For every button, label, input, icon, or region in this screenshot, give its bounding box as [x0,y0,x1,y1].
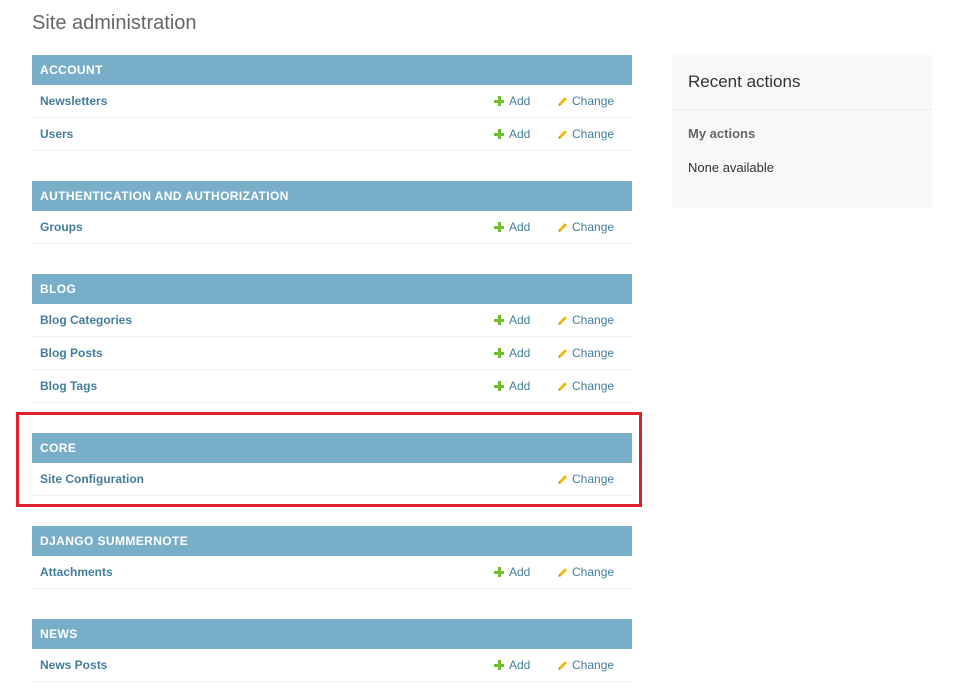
page-title: Site administration [32,12,197,34]
plus-icon [494,222,504,232]
model-link[interactable]: Groups [32,220,632,234]
model-row: Site Configuration Change [32,463,632,496]
module-caption[interactable]: DJANGO SUMMERNOTE [32,526,632,556]
model-link[interactable]: Blog Posts [32,346,632,360]
module-django-summernote: DJANGO SUMMERNOTE Attachments Add Change [32,526,632,589]
module-caption[interactable]: BLOG [32,274,632,304]
recent-actions-panel: Recent actions My actions None available [672,55,932,208]
plus-icon [494,348,504,358]
add-label: Add [509,658,531,672]
plus-icon [494,96,504,106]
plus-icon [494,660,504,670]
plus-icon [494,381,504,391]
model-link[interactable]: Blog Tags [32,379,632,393]
pencil-icon [558,315,567,325]
change-link[interactable]: Change [557,658,614,672]
pencil-icon [558,567,567,577]
model-link[interactable]: Newsletters [32,94,632,108]
add-label: Add [509,220,531,234]
model-row: Blog Posts Add Change [32,337,632,370]
add-label: Add [509,346,531,360]
change-link[interactable]: Change [557,472,614,486]
module-account: ACCOUNT Newsletters Add Change Users Add Chang… [32,55,632,151]
admin-page: Site administration ACCOUNT Newsletters Ad… [0,0,959,693]
add-link[interactable]: Add [494,313,530,327]
module-news: NEWS News Posts Add Change [32,619,632,682]
pencil-icon [558,660,567,670]
my-actions-heading: My actions [688,126,756,141]
none-available-text: None available [688,160,775,175]
model-row: Attachments Add Change [32,556,632,589]
pencil-icon [558,129,567,139]
change-link[interactable]: Change [557,346,614,360]
change-label: Change [572,220,615,234]
change-label: Change [572,658,615,672]
change-label: Change [572,346,615,360]
add-label: Add [509,94,531,108]
model-row: Users Add Change [32,118,632,151]
model-row: Blog Categories Add Change [32,304,632,337]
model-row: Newsletters Add Change [32,85,632,118]
add-label: Add [509,313,531,327]
add-link[interactable]: Add [494,220,530,234]
plus-icon [494,567,504,577]
change-link[interactable]: Change [557,127,614,141]
change-label: Change [572,94,615,108]
add-link[interactable]: Add [494,379,530,393]
add-link[interactable]: Add [494,94,530,108]
module-caption[interactable]: ACCOUNT [32,55,632,85]
change-link[interactable]: Change [557,379,614,393]
recent-actions-title: Recent actions [672,55,932,110]
change-label: Change [572,127,615,141]
add-label: Add [509,565,531,579]
change-label: Change [572,472,615,486]
add-link[interactable]: Add [494,127,530,141]
model-link[interactable]: Users [32,127,632,141]
module-caption[interactable]: NEWS [32,619,632,649]
change-link[interactable]: Change [557,94,614,108]
pencil-icon [558,348,567,358]
model-link[interactable]: News Posts [32,658,632,672]
module-authentication-and-authorization: AUTHENTICATION AND AUTHORIZATION Groups Ad… [32,181,632,244]
module-caption[interactable]: CORE [32,433,632,463]
pencil-icon [558,96,567,106]
module-blog: BLOG Blog Categories Add Change Blog Posts Ad… [32,274,632,403]
model-row: Groups Add Change [32,211,632,244]
model-row: Blog Tags Add Change [32,370,632,403]
model-link[interactable]: Blog Categories [32,313,632,327]
change-label: Change [572,379,615,393]
model-link[interactable]: Site Configuration [32,472,632,486]
pencil-icon [558,474,567,484]
plus-icon [494,315,504,325]
module-caption[interactable]: AUTHENTICATION AND AUTHORIZATION [32,181,632,211]
change-label: Change [572,565,615,579]
add-label: Add [509,127,531,141]
add-link[interactable]: Add [494,658,530,672]
module-core: CORE Site Configuration Change [32,433,632,496]
change-link[interactable]: Change [557,313,614,327]
model-row: News Posts Add Change [32,649,632,682]
add-link[interactable]: Add [494,565,530,579]
plus-icon [494,129,504,139]
change-link[interactable]: Change [557,565,614,579]
add-link[interactable]: Add [494,346,530,360]
change-label: Change [572,313,615,327]
model-link[interactable]: Attachments [32,565,632,579]
pencil-icon [558,222,567,232]
pencil-icon [558,381,567,391]
change-link[interactable]: Change [557,220,614,234]
add-label: Add [509,379,531,393]
app-list: ACCOUNT Newsletters Add Change Users Add Chang… [32,55,632,693]
